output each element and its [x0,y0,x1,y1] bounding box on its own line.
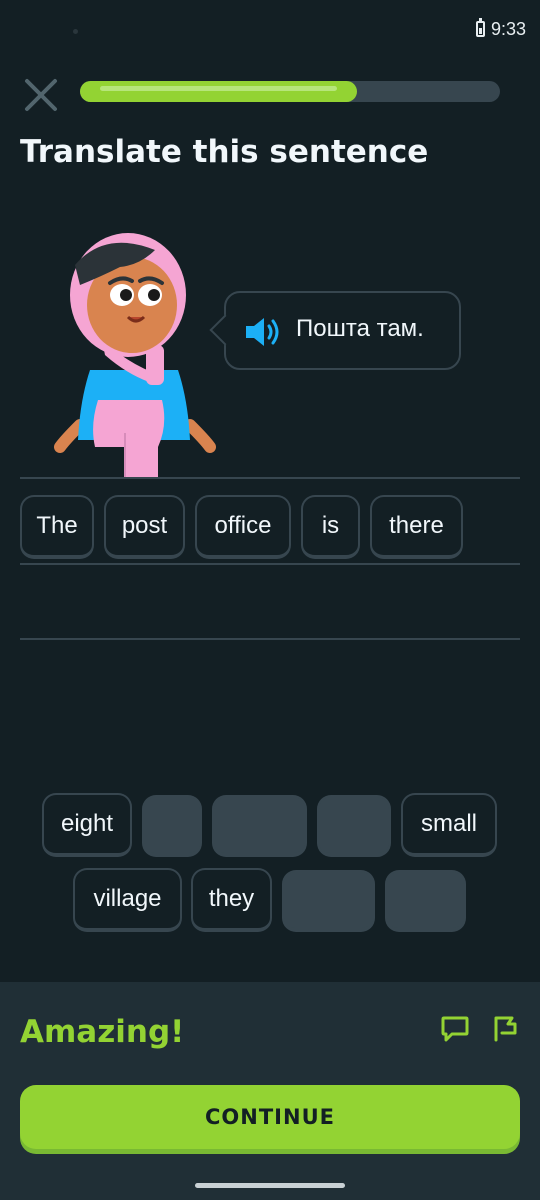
continue-button[interactable]: CONTINUE [20,1085,520,1149]
word-bank-slot-empty [317,795,391,857]
answer-line-top [20,477,520,479]
word-bank-slot-empty [212,795,307,857]
progress-fill [80,81,357,102]
answer-word-chip[interactable]: The [20,495,94,559]
lesson-progress-bar [80,81,500,102]
status-time: 9:33 [491,19,527,39]
word-bank-slot-empty [142,795,202,857]
word-bank-chip[interactable]: village [73,868,182,932]
answer-word-chip[interactable]: there [370,495,463,559]
prompt-text: Пошта там. [296,315,424,342]
close-icon[interactable] [22,76,60,114]
battery-icon [476,18,485,37]
answer-line-middle [20,563,520,565]
answer-word-chip[interactable]: is [301,495,360,559]
progress-shine [100,86,337,91]
word-bank-slot-empty [282,870,375,932]
home-indicator[interactable] [195,1183,345,1188]
word-bank-chip[interactable]: eight [42,793,132,857]
answer-word-chip[interactable]: office [195,495,291,559]
feedback-message: Amazing! [20,1014,185,1050]
answer-word-chip[interactable]: post [104,495,185,559]
status-bar: 9:33 [0,0,540,60]
comment-icon[interactable] [440,1013,470,1043]
speaker-icon[interactable] [244,315,284,349]
camera-dot [73,29,78,34]
prompt-bubble[interactable]: Пошта там. [209,291,461,370]
word-bank-slot-empty [385,870,466,932]
word-bank-chip[interactable]: small [401,793,497,857]
character-illustration [50,225,220,480]
answer-line-bottom [20,638,520,640]
word-bank-chip[interactable]: they [191,868,272,932]
page-title: Translate this sentence [20,134,429,170]
flag-icon[interactable] [490,1013,520,1043]
